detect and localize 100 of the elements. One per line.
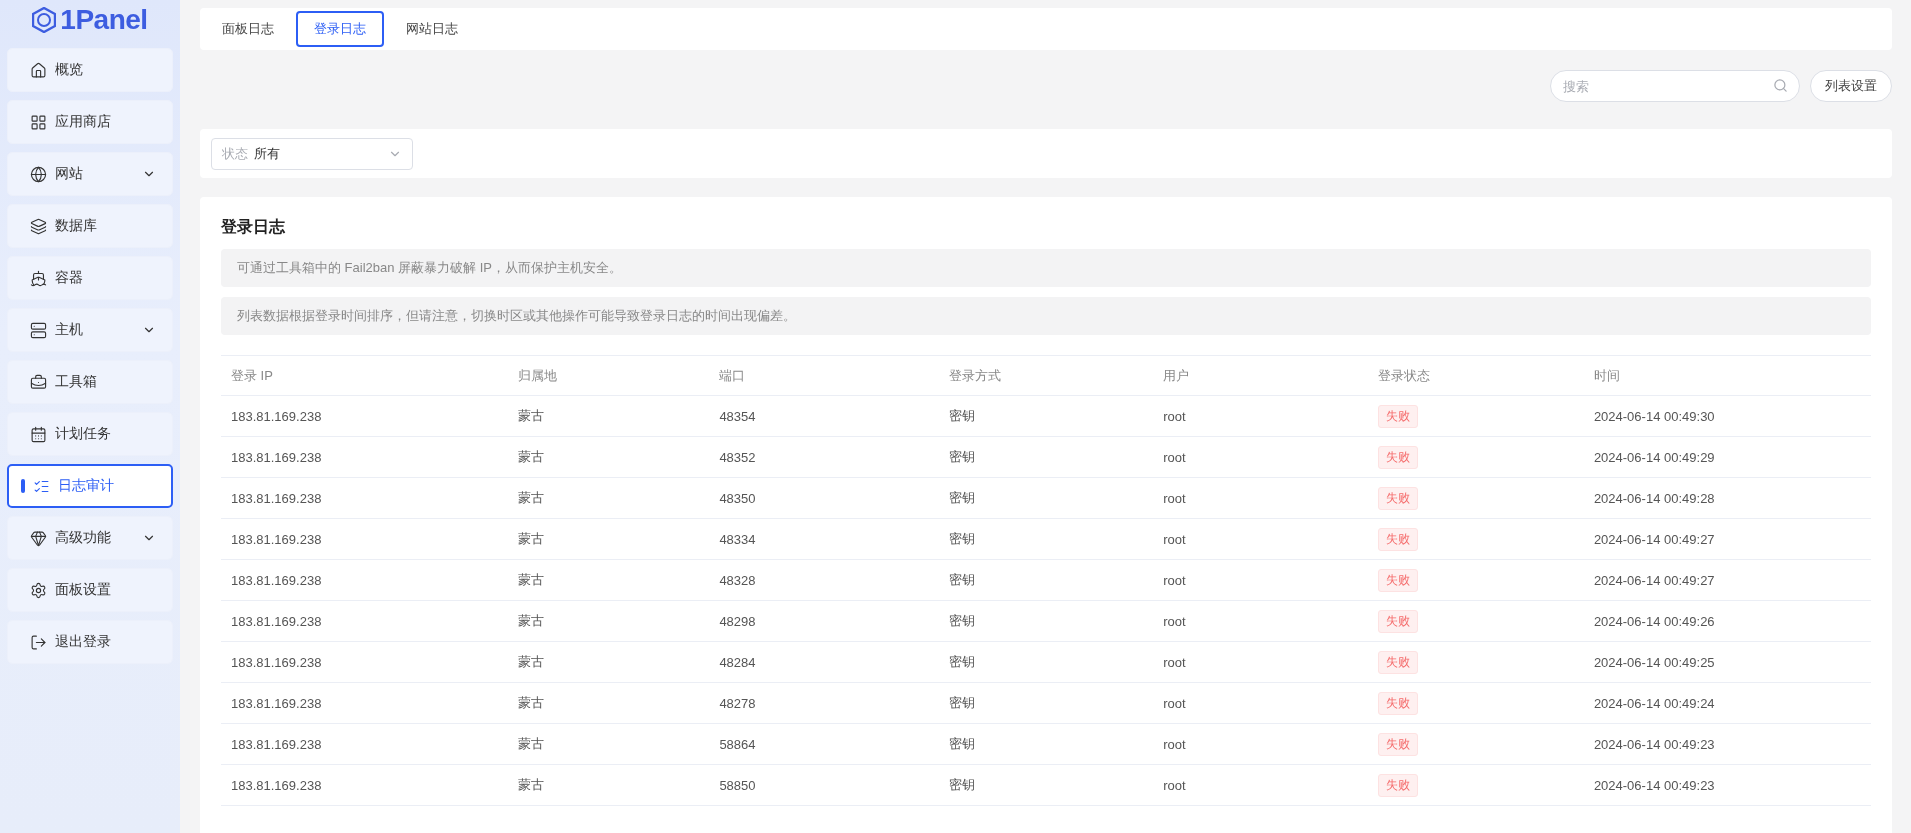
time-cell: 2024-06-14 00:49:29 bbox=[1583, 436, 1871, 478]
time-cell: 2024-06-14 00:49:27 bbox=[1583, 518, 1871, 560]
logo-text: 1Panel bbox=[60, 4, 148, 36]
method-cell: 密钥 bbox=[938, 641, 1154, 683]
status-tag: 失败 bbox=[1377, 486, 1418, 510]
column-header: 归属地 bbox=[508, 355, 710, 396]
status-tag: 失败 bbox=[1377, 404, 1418, 428]
user-cell: root bbox=[1153, 641, 1368, 683]
status-tag: 失败 bbox=[1377, 691, 1418, 715]
time-cell: 2024-06-14 00:49:26 bbox=[1583, 600, 1871, 642]
column-header: 登录状态 bbox=[1367, 355, 1584, 396]
column-header: 登录方式 bbox=[938, 355, 1154, 396]
globe-icon bbox=[30, 165, 47, 183]
sidebar-item[interactable]: 工具箱 bbox=[7, 360, 173, 404]
location-cell: 蒙古 bbox=[508, 477, 710, 519]
time-cell: 2024-06-14 00:49:30 bbox=[1583, 395, 1871, 437]
user-cell: root bbox=[1153, 682, 1368, 724]
sidebar-item[interactable]: 高级功能 bbox=[7, 516, 173, 560]
list-settings-button[interactable]: 列表设置 bbox=[1810, 70, 1892, 102]
layers-icon bbox=[30, 217, 47, 235]
port-cell: 48278 bbox=[709, 682, 939, 724]
column-header: 端口 bbox=[709, 355, 939, 396]
method-cell: 密钥 bbox=[938, 600, 1154, 642]
column-header: 登录 IP bbox=[221, 355, 509, 396]
status-tag: 失败 bbox=[1377, 527, 1418, 551]
calendar-icon bbox=[30, 425, 47, 443]
server-icon bbox=[30, 321, 47, 339]
ip-cell: 183.81.169.238 bbox=[221, 641, 509, 683]
location-cell: 蒙古 bbox=[508, 395, 710, 437]
search-icon bbox=[1773, 78, 1788, 93]
ip-cell: 183.81.169.238 bbox=[221, 395, 509, 437]
tab[interactable]: 登录日志 bbox=[296, 11, 384, 47]
port-cell: 48354 bbox=[709, 395, 939, 437]
sidebar-item[interactable]: 退出登录 bbox=[7, 620, 173, 664]
method-cell: 密钥 bbox=[938, 723, 1154, 765]
method-cell: 密钥 bbox=[938, 682, 1154, 724]
status-tag: 失败 bbox=[1377, 445, 1418, 469]
port-cell: 48334 bbox=[709, 518, 939, 560]
time-cell: 2024-06-14 00:49:28 bbox=[1583, 477, 1871, 519]
method-cell: 密钥 bbox=[938, 395, 1154, 437]
user-cell: root bbox=[1153, 559, 1368, 601]
port-cell: 58850 bbox=[709, 764, 939, 806]
method-cell: 密钥 bbox=[938, 559, 1154, 601]
sidebar-item[interactable]: 网站 bbox=[7, 152, 173, 196]
status-tag: 失败 bbox=[1377, 568, 1418, 592]
user-cell: root bbox=[1153, 477, 1368, 519]
active-indicator bbox=[21, 479, 25, 493]
method-cell: 密钥 bbox=[938, 518, 1154, 560]
method-cell: 密钥 bbox=[938, 764, 1154, 806]
time-cell: 2024-06-14 00:49:23 bbox=[1583, 723, 1871, 765]
ship-icon bbox=[30, 269, 47, 287]
location-cell: 蒙古 bbox=[508, 559, 710, 601]
status-tag: 失败 bbox=[1377, 732, 1418, 756]
time-cell: 2024-06-14 00:49:24 bbox=[1583, 682, 1871, 724]
sidebar-item[interactable]: 数据库 bbox=[7, 204, 173, 248]
time-cell: 2024-06-14 00:49:23 bbox=[1583, 764, 1871, 806]
port-cell: 48352 bbox=[709, 436, 939, 478]
location-cell: 蒙古 bbox=[508, 600, 710, 642]
port-cell: 48284 bbox=[709, 641, 939, 683]
ip-cell: 183.81.169.238 bbox=[221, 518, 509, 560]
grid-icon bbox=[30, 113, 47, 131]
location-cell: 蒙古 bbox=[508, 518, 710, 560]
user-cell: root bbox=[1153, 600, 1368, 642]
location-cell: 蒙古 bbox=[508, 764, 710, 806]
sidebar-item[interactable]: 面板设置 bbox=[7, 568, 173, 612]
ip-cell: 183.81.169.238 bbox=[221, 477, 509, 519]
user-cell: root bbox=[1153, 723, 1368, 765]
sidebar-item[interactable]: 概览 bbox=[7, 48, 173, 92]
logout-icon bbox=[30, 633, 47, 651]
gem-icon bbox=[30, 529, 47, 547]
sidebar-item[interactable]: 应用商店 bbox=[7, 100, 173, 144]
port-cell: 48350 bbox=[709, 477, 939, 519]
notice-text: 列表数据根据登录时间排序，但请注意，切换时区或其他操作可能导致登录日志的时间出现偏差。 bbox=[221, 297, 1871, 335]
location-cell: 蒙古 bbox=[508, 723, 710, 765]
method-cell: 密钥 bbox=[938, 436, 1154, 478]
status-select[interactable]: 状态 所有 bbox=[211, 137, 413, 170]
ip-cell: 183.81.169.238 bbox=[221, 723, 509, 765]
status-tag: 失败 bbox=[1377, 609, 1418, 633]
user-cell: root bbox=[1153, 518, 1368, 560]
ip-cell: 183.81.169.238 bbox=[221, 436, 509, 478]
ip-cell: 183.81.169.238 bbox=[221, 559, 509, 601]
ip-cell: 183.81.169.238 bbox=[221, 764, 509, 806]
time-cell: 2024-06-14 00:49:25 bbox=[1583, 641, 1871, 683]
status-tag: 失败 bbox=[1377, 773, 1418, 797]
location-cell: 蒙古 bbox=[508, 682, 710, 724]
search-field[interactable]: 搜索 bbox=[1550, 70, 1800, 102]
card-title: 登录日志 bbox=[221, 217, 286, 237]
ip-cell: 183.81.169.238 bbox=[221, 682, 509, 724]
method-cell: 密钥 bbox=[938, 477, 1154, 519]
user-cell: root bbox=[1153, 436, 1368, 478]
sidebar-item[interactable]: 容器 bbox=[7, 256, 173, 300]
port-cell: 48328 bbox=[709, 559, 939, 601]
home-icon bbox=[30, 61, 47, 79]
sidebar-item[interactable]: 主机 bbox=[7, 308, 173, 352]
time-cell: 2024-06-14 00:49:27 bbox=[1583, 559, 1871, 601]
settings-icon bbox=[30, 581, 47, 599]
sidebar-item[interactable]: 日志审计 bbox=[7, 464, 173, 508]
port-cell: 58864 bbox=[709, 723, 939, 765]
ip-cell: 183.81.169.238 bbox=[221, 600, 509, 642]
sidebar-item[interactable]: 计划任务 bbox=[7, 412, 173, 456]
